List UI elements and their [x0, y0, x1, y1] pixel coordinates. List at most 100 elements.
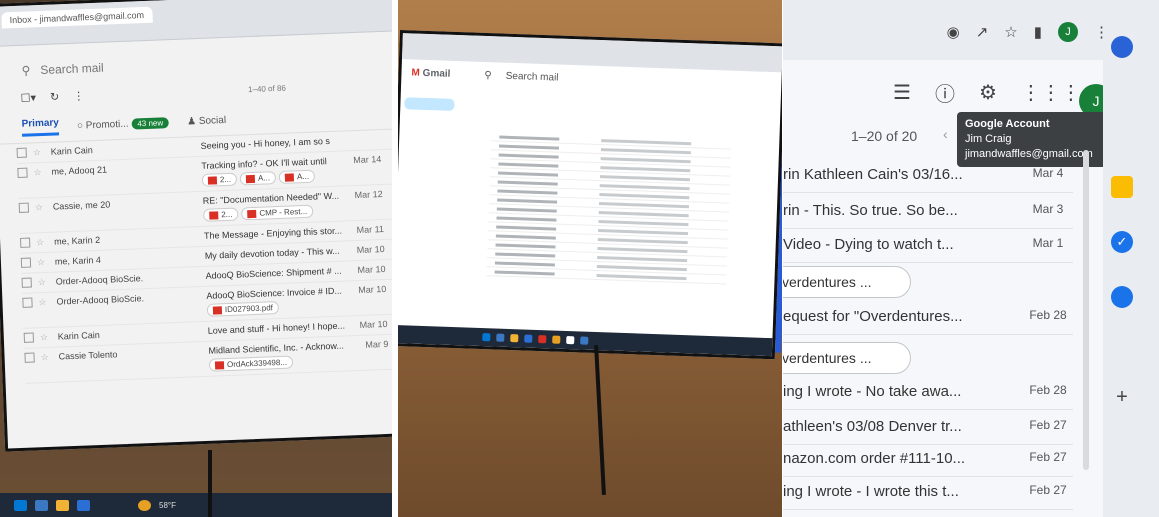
taskbar-app-icon[interactable] — [538, 335, 547, 344]
search-icon[interactable]: ⚲ — [484, 70, 492, 81]
row-checkbox[interactable] — [21, 277, 32, 288]
start-icon[interactable] — [14, 499, 27, 511]
tasks-icon[interactable]: ✓ — [1111, 231, 1133, 253]
search-input[interactable]: Search mail — [506, 71, 559, 84]
sidepanel-icon[interactable]: ▮ — [1034, 23, 1042, 41]
sender-name: me, Karin 4 — [54, 254, 102, 267]
star-icon[interactable]: ☆ — [38, 297, 50, 308]
subject: Love and stuff - Hi honey! I hope... — [208, 320, 348, 336]
select-all-checkbox[interactable]: ☐▾ — [20, 91, 36, 105]
row-checkbox[interactable] — [17, 167, 28, 178]
row-checkbox[interactable] — [16, 147, 27, 159]
tab-social[interactable]: ♟ Social — [187, 114, 226, 126]
help-icon[interactable]: ⓘ — [935, 78, 955, 107]
row-checkbox[interactable] — [23, 332, 35, 343]
star-icon[interactable]: ☆ — [35, 202, 47, 213]
search-icon[interactable]: ⚲ — [21, 63, 30, 77]
add-icon[interactable]: + — [1111, 386, 1133, 408]
star-icon[interactable]: ☆ — [1004, 23, 1017, 41]
taskbar-app-icon[interactable] — [496, 333, 505, 342]
weather-icon — [138, 499, 151, 511]
compose-button[interactable] — [404, 97, 455, 111]
refresh-icon[interactable]: ↻ — [50, 90, 60, 103]
scrollbar[interactable] — [1083, 150, 1089, 470]
pdf-icon — [214, 361, 225, 370]
table-row[interactable]: ing I wrote - I wrote this t... Feb 27 — [783, 483, 1083, 500]
search-input[interactable]: Search mail — [40, 61, 104, 77]
email-date: Mar 1 — [1032, 236, 1064, 250]
row-checkbox[interactable] — [20, 257, 32, 268]
contacts-icon[interactable] — [1111, 286, 1133, 308]
row-divider — [783, 192, 1073, 193]
star-icon[interactable]: ☆ — [33, 147, 45, 158]
attachment-chip[interactable]: 2... — [201, 172, 238, 187]
table-row[interactable]: Video - Dying to watch t... Mar 1 — [783, 236, 1083, 253]
star-icon[interactable]: ☆ — [37, 257, 49, 268]
table-row[interactable]: athleen's 03/08 Denver tr... Feb 27 — [783, 418, 1083, 435]
attachment-chip[interactable]: CMP - Rest... — [241, 204, 314, 221]
attachment-chip[interactable]: A... — [278, 169, 316, 184]
attachment-chip[interactable]: OrdAck339498... — [208, 355, 294, 372]
photo-panel-middle: M Gmail ⚲ Search mail — [398, 0, 782, 517]
tag-icon: ○ — [76, 119, 84, 132]
row-checkbox[interactable] — [18, 202, 30, 213]
taskbar-app-icon[interactable] — [482, 333, 491, 342]
table-row[interactable]: rin Kathleen Cain's 03/16... Mar 4 — [783, 166, 1083, 183]
attachment-name: 2... — [219, 174, 232, 185]
attachment-chip[interactable]: verdentures ... — [783, 266, 911, 298]
email-subject: ing I wrote - I wrote this t... — [783, 483, 959, 500]
browser-tab[interactable]: Inbox - jimandwaffles@gmail.com — [1, 6, 153, 29]
tab-promotions[interactable]: ○ Promoti... 43 new — [76, 116, 170, 132]
taskbar-app-icon[interactable] — [552, 335, 561, 344]
row-divider — [783, 228, 1073, 229]
date: Mar 10 — [359, 318, 388, 330]
attachment-chip[interactable]: ID027903.pdf — [206, 301, 280, 317]
table-row[interactable]: nazon.com order #111-10... Feb 27 — [783, 450, 1083, 467]
gear-icon[interactable]: ⚙ — [979, 80, 997, 105]
email-list: ☆ Karin Cain Seeing you - Hi honey, I am s… — [0, 129, 392, 384]
tab-promotions-label: Promoti... — [85, 118, 129, 131]
browser-side-icon[interactable] — [1111, 36, 1133, 58]
star-icon[interactable]: ☆ — [40, 352, 52, 363]
sender-name: Karin Cain — [50, 145, 93, 157]
apps-grid-icon[interactable]: ⋮⋮⋮ — [1021, 80, 1081, 105]
chevron-left-icon[interactable]: ‹ — [943, 126, 948, 142]
row-checkbox[interactable] — [24, 352, 35, 363]
row-divider — [783, 262, 1073, 263]
app-icon[interactable] — [35, 499, 48, 511]
app-icon[interactable] — [77, 499, 90, 511]
attachment-chip[interactable]: A... — [239, 171, 277, 186]
subject-blur — [599, 175, 691, 182]
taskbar-app-icon[interactable] — [566, 335, 575, 345]
attachment-chip[interactable]: verdentures ... — [783, 342, 911, 374]
sender-blur — [494, 261, 555, 267]
star-icon[interactable]: ☆ — [40, 332, 52, 343]
taskbar-app-icon[interactable] — [580, 336, 589, 345]
profile-avatar-small[interactable]: J — [1058, 22, 1078, 42]
share-icon[interactable]: ↗ — [976, 23, 989, 41]
folder-icon[interactable] — [56, 499, 69, 511]
row-checkbox[interactable] — [22, 297, 33, 308]
tooltip-title: Google Account — [965, 118, 1050, 130]
tab-primary[interactable]: Primary — [21, 117, 60, 137]
subject-text: The Message - Enjoying this stor... — [203, 225, 343, 241]
photo-collage: Inbox - jimandwaffles@gmail.com ⚲ Search… — [0, 0, 1159, 517]
gmail-logo[interactable]: M Gmail — [411, 67, 450, 79]
table-row[interactable]: rin - This. So true. So be... Mar 3 — [783, 202, 1083, 219]
table-row[interactable]: ing I wrote - No take awa... Feb 28 — [783, 383, 1083, 400]
eye-icon[interactable]: ◉ — [947, 23, 960, 41]
attachment-chip[interactable]: 2... — [203, 207, 239, 222]
email-date: Feb 27 — [1029, 418, 1067, 432]
star-icon[interactable]: ☆ — [33, 167, 45, 178]
more-icon[interactable]: ⋮ — [73, 89, 84, 102]
filter-settings-icon[interactable]: ☰ — [893, 80, 911, 105]
taskbar-app-icon[interactable] — [510, 334, 519, 343]
row-divider — [783, 476, 1073, 477]
taskbar-app-icon[interactable] — [524, 334, 533, 343]
table-row[interactable]: equest for "Overdentures... Feb 28 — [783, 308, 1083, 325]
row-checkbox[interactable] — [20, 237, 31, 248]
keep-icon[interactable] — [1111, 176, 1133, 198]
star-icon[interactable]: ☆ — [38, 277, 50, 288]
star-icon[interactable]: ☆ — [36, 237, 48, 248]
sender-blur — [496, 216, 557, 222]
